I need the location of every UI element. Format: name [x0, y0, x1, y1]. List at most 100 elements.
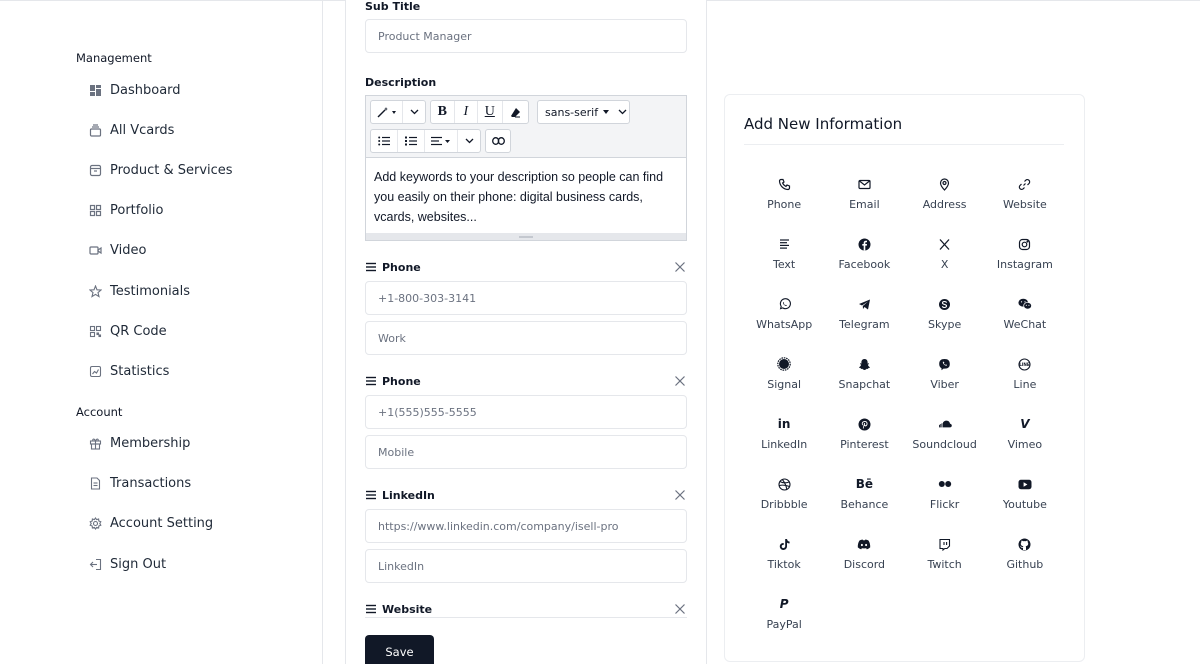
sidebar-item-account-setting[interactable]: Account Setting: [89, 512, 213, 534]
dribbble-icon: [777, 477, 791, 491]
link-group: [485, 129, 511, 153]
soundcloud-icon: [938, 417, 952, 431]
add-snapchat-option[interactable]: Snapchat: [824, 351, 904, 411]
add-discord-option[interactable]: Discord: [824, 531, 904, 591]
editor-resize-handle[interactable]: [366, 233, 686, 240]
align-dropdown-toggle[interactable]: [458, 130, 480, 152]
option-label: Discord: [843, 558, 886, 571]
add-dribbble-option[interactable]: Dribbble: [744, 471, 824, 531]
align-button[interactable]: [425, 130, 458, 152]
add-viber-option[interactable]: Viber: [905, 351, 985, 411]
clear-format-button[interactable]: [503, 101, 528, 123]
add-vimeo-option[interactable]: V Vimeo: [985, 411, 1065, 471]
add-behance-option[interactable]: Bē Behance: [824, 471, 904, 531]
bullet-list-button[interactable]: [371, 130, 398, 152]
field-group-title: LinkedIn: [382, 488, 435, 502]
save-button[interactable]: Save: [365, 635, 434, 664]
sidebar-item-qr-code[interactable]: QR Code: [89, 320, 167, 342]
magic-style-button[interactable]: [371, 101, 403, 123]
bold-button[interactable]: B: [431, 101, 455, 123]
add-signal-option[interactable]: Signal: [744, 351, 824, 411]
instagram-icon: [1018, 237, 1032, 251]
option-label: Website: [1002, 198, 1047, 211]
option-label: Soundcloud: [912, 438, 977, 451]
italic-button[interactable]: I: [455, 101, 479, 123]
phone-value-input[interactable]: [365, 395, 687, 429]
option-label: Tiktok: [767, 558, 801, 571]
add-soundcloud-option[interactable]: Soundcloud: [905, 411, 985, 471]
option-label: Dribbble: [760, 498, 808, 511]
close-icon[interactable]: [674, 261, 686, 273]
editor-content[interactable]: Add keywords to your description so peop…: [366, 158, 686, 234]
video-icon: [89, 244, 102, 257]
close-icon[interactable]: [674, 489, 686, 501]
add-pinterest-option[interactable]: Pinterest: [824, 411, 904, 471]
add-phone-option[interactable]: Phone: [744, 171, 824, 231]
option-label: LinkedIn: [761, 438, 808, 451]
divider: [365, 617, 687, 618]
sidebar-item-testimonials[interactable]: Testimonials: [89, 280, 190, 302]
numbered-list-button[interactable]: [398, 130, 425, 152]
sidebar-item-sign-out[interactable]: Sign Out: [89, 553, 166, 575]
sidebar-item-portfolio[interactable]: Portfolio: [89, 199, 163, 221]
add-text-option[interactable]: Text: [744, 231, 824, 291]
sidebar-item-label: All Vcards: [110, 122, 175, 138]
add-tiktok-option[interactable]: Tiktok: [744, 531, 824, 591]
paragraph-group: [370, 129, 481, 153]
add-paypal-option[interactable]: P PayPal: [744, 591, 824, 651]
paypal-icon: P: [779, 597, 789, 611]
field-group-header: Phone: [365, 259, 687, 275]
sidebar-item-dashboard[interactable]: Dashboard: [89, 79, 181, 101]
add-website-option[interactable]: Website: [985, 171, 1065, 231]
subtitle-input[interactable]: [365, 19, 687, 53]
add-twitch-option[interactable]: Twitch: [905, 531, 985, 591]
sidebar-item-video[interactable]: Video: [89, 239, 146, 261]
add-telegram-option[interactable]: Telegram: [824, 291, 904, 351]
sidebar-item-product-services[interactable]: Product & Services: [89, 159, 233, 181]
add-linkedin-option[interactable]: in LinkedIn: [744, 411, 824, 471]
link-icon: [491, 137, 505, 145]
add-facebook-option[interactable]: Facebook: [824, 231, 904, 291]
add-youtube-option[interactable]: Youtube: [985, 471, 1065, 531]
drag-handle-icon[interactable]: [365, 375, 377, 387]
drag-handle-icon[interactable]: [365, 489, 377, 501]
add-flickr-option[interactable]: Flickr: [905, 471, 985, 531]
text-lines-icon: [777, 237, 791, 251]
close-icon[interactable]: [674, 375, 686, 387]
sidebar-item-membership[interactable]: Membership: [89, 432, 190, 454]
discord-icon: [857, 537, 871, 551]
add-instagram-option[interactable]: Instagram: [985, 231, 1065, 291]
sidebar-item-all-vcards[interactable]: All Vcards: [89, 119, 174, 141]
font-name-value: sans-serif: [545, 105, 599, 119]
close-icon[interactable]: [674, 603, 686, 615]
sidebar-item-transactions[interactable]: Transactions: [89, 472, 191, 494]
add-email-option[interactable]: Email: [824, 171, 904, 231]
portfolio-icon: [89, 204, 102, 217]
add-address-option[interactable]: Address: [905, 171, 985, 231]
font-name-selector[interactable]: sans-serif: [538, 101, 629, 123]
add-skype-option[interactable]: Skype: [905, 291, 985, 351]
phone-value-input[interactable]: [365, 281, 687, 315]
drag-handle-icon[interactable]: [365, 261, 377, 273]
phone-label-input[interactable]: [365, 321, 687, 355]
chevron-down-icon: [618, 109, 627, 115]
add-line-option[interactable]: LINE Line: [985, 351, 1065, 411]
linkedin-label-input[interactable]: [365, 549, 687, 583]
font-name-dropdown[interactable]: sans-serif: [537, 100, 630, 124]
insert-link-button[interactable]: [486, 130, 510, 152]
style-dropdown-toggle[interactable]: [403, 101, 425, 123]
add-whatsapp-option[interactable]: WhatsApp: [744, 291, 824, 351]
option-label: Facebook: [838, 258, 891, 271]
github-icon: [1018, 537, 1032, 551]
sidebar-item-statistics[interactable]: Statistics: [89, 360, 169, 382]
option-label: Line: [1013, 378, 1037, 391]
drag-handle-icon[interactable]: [365, 603, 377, 615]
phone-label-input[interactable]: [365, 435, 687, 469]
facebook-icon: [857, 237, 871, 251]
add-github-option[interactable]: Github: [985, 531, 1065, 591]
flickr-icon: [938, 477, 952, 491]
linkedin-value-input[interactable]: [365, 509, 687, 543]
add-x-option[interactable]: X: [905, 231, 985, 291]
underline-button[interactable]: U: [478, 101, 503, 123]
add-wechat-option[interactable]: WeChat: [985, 291, 1065, 351]
